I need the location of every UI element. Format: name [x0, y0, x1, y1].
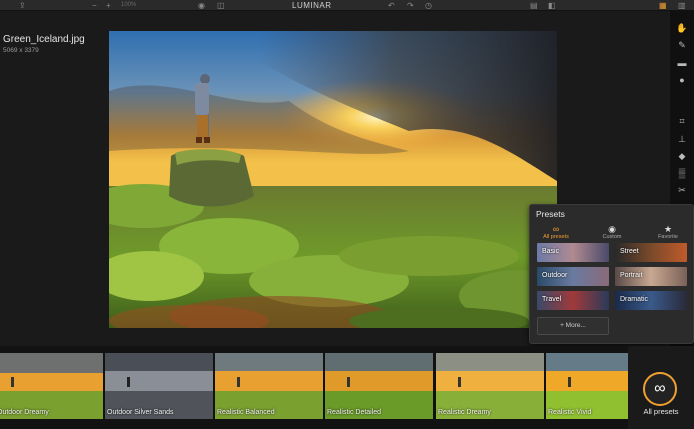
- presets-icon[interactable]: ▦: [659, 1, 667, 10]
- preset-category-portrait[interactable]: Portrait: [615, 267, 687, 286]
- preset-thumbnail-label: Outdoor Dreamy: [0, 409, 49, 416]
- zoom-in-icon[interactable]: +: [106, 1, 111, 10]
- zoom-level: 100%: [121, 2, 137, 8]
- clone-stamp-icon[interactable]: ⊥: [676, 133, 688, 145]
- undo-icon[interactable]: ↶: [388, 1, 395, 10]
- file-dimensions: 5069 x 3379: [3, 47, 39, 54]
- user-icon: ◉: [608, 224, 616, 234]
- app-title: LUMINAR: [292, 1, 332, 10]
- preset-category-basic[interactable]: Basic: [537, 243, 609, 262]
- zoom-out-icon[interactable]: −: [92, 1, 97, 10]
- crop-icon[interactable]: ⌗: [676, 115, 688, 127]
- gradient-icon[interactable]: ▬: [676, 57, 688, 69]
- preset-thumbnail-label: Realistic Balanced: [217, 409, 275, 416]
- history-icon[interactable]: ◷: [425, 1, 432, 10]
- infinity-icon: ∞: [552, 224, 560, 234]
- noise-icon[interactable]: ▒: [676, 167, 688, 179]
- hiker-figure: [195, 74, 210, 143]
- preset-category-travel[interactable]: Travel: [537, 291, 609, 310]
- hand-icon[interactable]: ✋: [676, 22, 688, 34]
- settings-icon[interactable]: ▥: [678, 1, 686, 10]
- transform-icon[interactable]: ✂: [676, 184, 688, 196]
- all-presets-button[interactable]: ∞ All presets: [628, 346, 694, 429]
- layers-icon[interactable]: ▤: [530, 1, 538, 10]
- presets-panel: Presets ∞ All presets ◉ Custom ★ Favorit…: [529, 204, 694, 344]
- adjust-icon[interactable]: ◧: [548, 1, 556, 10]
- preset-filmstrip: Outdoor Dreamy Outdoor Silver Sands Real…: [0, 346, 694, 429]
- file-name: Green_Iceland.jpg: [3, 34, 85, 45]
- compare-icon[interactable]: ◫: [217, 1, 225, 10]
- preset-category-street[interactable]: Street: [615, 243, 687, 262]
- main-photo[interactable]: [109, 31, 557, 328]
- tab-favorite[interactable]: ★ Favorite: [646, 224, 690, 241]
- preset-thumbnail[interactable]: Realistic Detailed: [325, 353, 433, 419]
- top-toolbar: ⇪ − + 100% ◉ ◫ LUMINAR ↶ ↷ ◷ ▤ ◧ ▦ ▥: [0, 0, 694, 11]
- more-presets-button[interactable]: + More...: [537, 317, 609, 335]
- preset-thumbnail-label: Realistic Dreamy: [438, 409, 491, 416]
- preset-thumbnail-label: Realistic Detailed: [327, 409, 382, 416]
- preset-category-dramatic[interactable]: Dramatic: [615, 291, 687, 310]
- radial-mask-icon[interactable]: ●: [676, 74, 688, 86]
- presets-title: Presets: [536, 209, 565, 219]
- file-info: Green_Iceland.jpg 5069 x 3379: [3, 33, 85, 55]
- infinity-icon: ∞: [643, 372, 677, 406]
- preset-thumbnail-label: Outdoor Silver Sands: [107, 409, 174, 416]
- all-presets-label: All presets: [643, 407, 679, 416]
- tab-all-presets[interactable]: ∞ All presets: [534, 224, 578, 241]
- preset-thumbnail[interactable]: Outdoor Silver Sands: [105, 353, 213, 419]
- preset-thumbnail[interactable]: Realistic Dreamy: [436, 353, 544, 419]
- eraser-icon[interactable]: ◆: [676, 150, 688, 162]
- eye-icon[interactable]: ◉: [198, 1, 205, 10]
- share-icon[interactable]: ⇪: [19, 1, 26, 10]
- redo-icon[interactable]: ↷: [407, 1, 414, 10]
- preset-thumbnail[interactable]: Outdoor Dreamy: [0, 353, 103, 419]
- preset-thumbnail[interactable]: Realistic Balanced: [215, 353, 323, 419]
- tab-custom[interactable]: ◉ Custom: [590, 224, 634, 241]
- preset-category-outdoor[interactable]: Outdoor: [537, 267, 609, 286]
- brush-icon[interactable]: ✎: [676, 39, 688, 51]
- star-icon: ★: [663, 224, 673, 234]
